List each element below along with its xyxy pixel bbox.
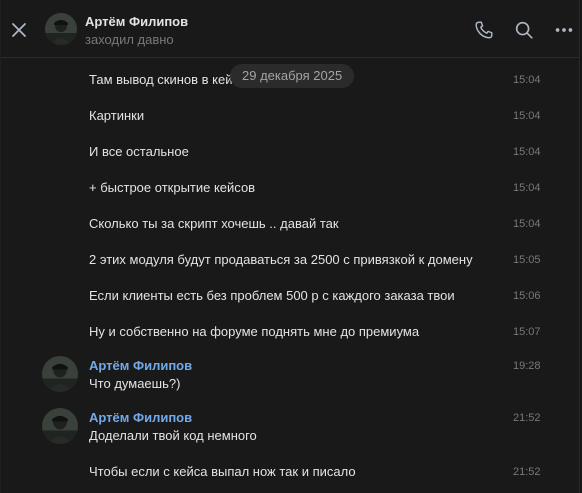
close-icon — [12, 23, 26, 37]
avatar-image — [42, 408, 78, 444]
search-icon — [515, 21, 533, 39]
more-button[interactable] — [553, 19, 575, 41]
message-text: + быстрое открытие кейсов — [89, 180, 256, 195]
message-text: Чтобы если с кейса выпал нож так и писал… — [89, 464, 356, 479]
message-text: Там вывод скинов в кейс — [89, 72, 240, 87]
message-time: 21:52 — [513, 412, 541, 424]
message-with-author[interactable]: Артём Филипов Доделали твой код немного … — [1, 406, 579, 450]
chat-window: Артём Филипов заходил давно Там вывод ск… — [0, 0, 580, 493]
date-divider: 29 декабря 2025 — [230, 64, 355, 88]
message[interactable]: Картинки 15:04 — [1, 98, 579, 134]
search-button[interactable] — [513, 19, 535, 41]
message[interactable]: 2 этих модуля будут продаваться за 2500 … — [1, 242, 579, 278]
message-author[interactable]: Артём Филипов — [89, 358, 192, 373]
message-time: 15:04 — [513, 146, 541, 158]
message-text: 2 этих модуля будут продаваться за 2500 … — [89, 252, 473, 267]
avatar[interactable] — [42, 408, 78, 444]
message-time: 19:28 — [513, 360, 541, 372]
message[interactable]: + быстрое открытие кейсов 15:04 — [1, 170, 579, 206]
message[interactable]: Если клиенты есть без проблем 500 р с ка… — [1, 278, 579, 314]
message[interactable]: Ну и собственно на форуме поднять мне до… — [1, 314, 579, 350]
message-text: Ну и собственно на форуме поднять мне до… — [89, 324, 420, 339]
message[interactable]: Чтобы если с кейса выпал нож так и писал… — [1, 456, 579, 492]
message-text: Доделали твой код немного — [89, 428, 257, 443]
chat-header: Артём Филипов заходил давно — [1, 0, 579, 58]
message-time: 15:04 — [513, 218, 541, 230]
message-with-author[interactable]: Артём Филипов Что думаешь?) 19:28 — [1, 354, 579, 398]
message-text: Что думаешь?) — [89, 376, 181, 391]
message-text: И все остальное — [89, 144, 189, 159]
avatar[interactable] — [45, 13, 77, 45]
message-time: 15:04 — [513, 110, 541, 122]
message-text: Сколько ты за скрипт хочешь .. давай так — [89, 216, 339, 231]
message-time: 21:52 — [513, 466, 541, 478]
message-author[interactable]: Артём Филипов — [89, 410, 192, 425]
message-time: 15:04 — [513, 182, 541, 194]
contact-name[interactable]: Артём Филипов — [85, 14, 188, 29]
call-button[interactable] — [473, 19, 495, 41]
more-icon — [555, 28, 573, 32]
message[interactable]: Сколько ты за скрипт хочешь .. давай так… — [1, 206, 579, 242]
close-button[interactable] — [9, 20, 29, 40]
avatar-image — [45, 13, 77, 45]
message[interactable]: И все остальное 15:04 — [1, 134, 579, 170]
message-time: 15:06 — [513, 290, 541, 302]
message-time: 15:04 — [513, 74, 541, 86]
message-text: Картинки — [89, 108, 145, 123]
contact-status: заходил давно — [85, 32, 174, 47]
message-text: Если клиенты есть без проблем 500 р с ка… — [89, 288, 455, 303]
avatar-image — [42, 356, 78, 392]
phone-icon — [475, 21, 493, 39]
message-list: Там вывод скинов в кейс 15:04 29 декабря… — [1, 58, 579, 493]
avatar[interactable] — [42, 356, 78, 392]
message-time: 15:05 — [513, 254, 541, 266]
message-time: 15:07 — [513, 326, 541, 338]
